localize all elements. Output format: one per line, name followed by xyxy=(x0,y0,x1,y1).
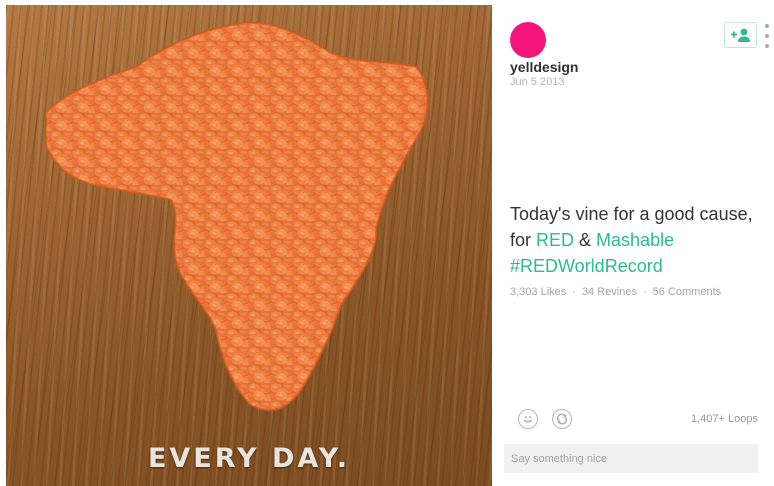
post-date: Jun 5 2013 xyxy=(510,76,565,88)
stats-separator: · xyxy=(642,286,647,298)
username[interactable]: yelldesign xyxy=(510,59,578,75)
comments-count[interactable]: 56 Comments xyxy=(653,286,721,298)
description-line-1: Today's vine for a good cause, xyxy=(510,204,753,224)
loop-count: 1,407+ Loops xyxy=(691,413,758,425)
description-text: & xyxy=(574,230,597,250)
avatar[interactable] xyxy=(510,22,546,58)
mashable-link[interactable]: Mashable xyxy=(596,230,674,250)
description-text: for xyxy=(510,230,537,250)
more-vertical-icon xyxy=(765,24,769,28)
smiley-icon xyxy=(524,416,532,423)
likes-count[interactable]: 3,303 Likes xyxy=(510,286,566,298)
post-actions xyxy=(518,409,572,429)
hashtag-link[interactable]: #REDWorldRecord xyxy=(510,253,772,279)
post-details-panel: yelldesign Jun 5 2013 Today's vine for a… xyxy=(492,0,774,486)
red-link[interactable]: RED xyxy=(536,230,574,250)
video-player[interactable]: EVERY DAY. xyxy=(6,5,492,486)
post-stats: 3,303 Likes · 34 Revines · 56 Comments xyxy=(510,286,721,298)
revine-button[interactable] xyxy=(552,409,572,429)
stats-separator: · xyxy=(572,286,576,298)
comment-input[interactable] xyxy=(504,444,758,473)
lentil-africa-image xyxy=(45,21,429,411)
like-button[interactable] xyxy=(518,409,538,429)
add-user-icon xyxy=(730,28,750,42)
follow-button[interactable] xyxy=(724,22,757,48)
vine-post-card: EVERY DAY. yelldesign Jun 5 2013 Today's… xyxy=(0,0,774,486)
more-options-button[interactable] xyxy=(763,24,771,48)
revine-icon xyxy=(556,413,568,425)
description-line-2: for RED & Mashable xyxy=(510,227,772,253)
post-description: Today's vine for a good cause, for RED &… xyxy=(510,201,772,279)
revines-count[interactable]: 34 Revines xyxy=(582,286,637,298)
video-caption-overlay: EVERY DAY. xyxy=(147,443,351,474)
